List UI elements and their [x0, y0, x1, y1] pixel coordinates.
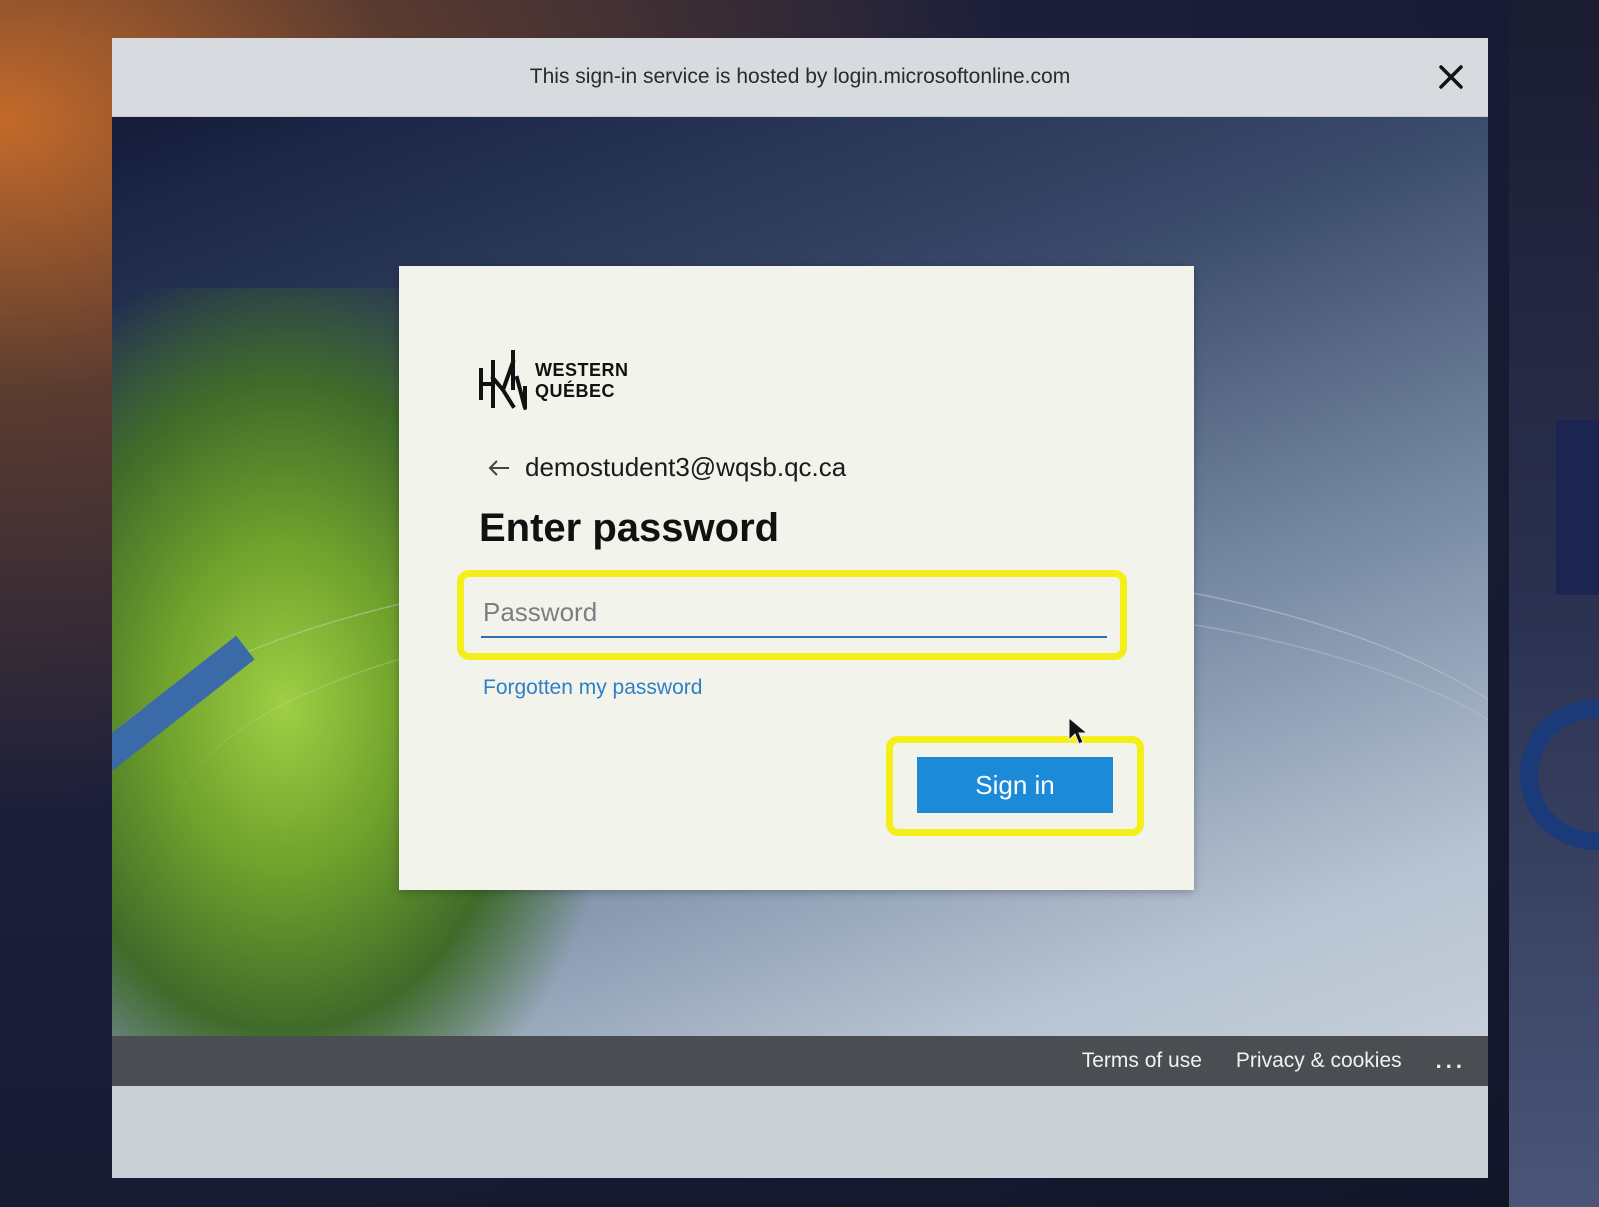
organization-logo: WESTERN QUÉBEC	[477, 348, 629, 414]
page-title: Enter password	[479, 506, 780, 550]
account-email: demostudent3@wqsb.qc.ca	[525, 452, 847, 482]
hosted-by-notice: This sign-in service is hosted by login.…	[529, 65, 1071, 88]
sign-in-button[interactable]: Sign in	[917, 757, 1113, 813]
password-input[interactable]	[481, 588, 1107, 638]
privacy-cookies-link[interactable]: Privacy & cookies	[1236, 1049, 1402, 1073]
forgot-password-link[interactable]: Forgotten my password	[483, 676, 702, 700]
mouse-pointer-icon	[1068, 716, 1089, 745]
terms-of-use-link[interactable]: Terms of use	[1082, 1049, 1202, 1073]
background-shape	[1556, 420, 1599, 595]
background-shapes	[1520, 400, 1599, 880]
more-options-button[interactable]: ...	[1436, 1048, 1466, 1074]
close-button[interactable]	[1428, 54, 1474, 100]
sign-in-dialog: This sign-in service is hosted by login.…	[112, 38, 1488, 1178]
hosted-by-bar: This sign-in service is hosted by login.…	[112, 38, 1488, 117]
identity-back-button[interactable]: demostudent3@wqsb.qc.ca	[487, 452, 846, 483]
western-quebec-logo-icon	[479, 350, 527, 410]
footer-bar: Terms of use Privacy & cookies ...	[112, 1036, 1488, 1086]
lower-panel	[112, 1086, 1488, 1178]
background-shape	[1520, 700, 1599, 850]
close-icon	[1439, 65, 1463, 89]
logo-line-western: WESTERN	[535, 360, 629, 380]
back-arrow-icon	[488, 459, 509, 476]
logo-text: WESTERN QUÉBEC	[535, 360, 629, 402]
sign-in-card: WESTERN QUÉBEC demostudent3@wqsb.qc.ca E…	[399, 266, 1194, 890]
logo-line-quebec: QUÉBEC	[535, 381, 616, 401]
